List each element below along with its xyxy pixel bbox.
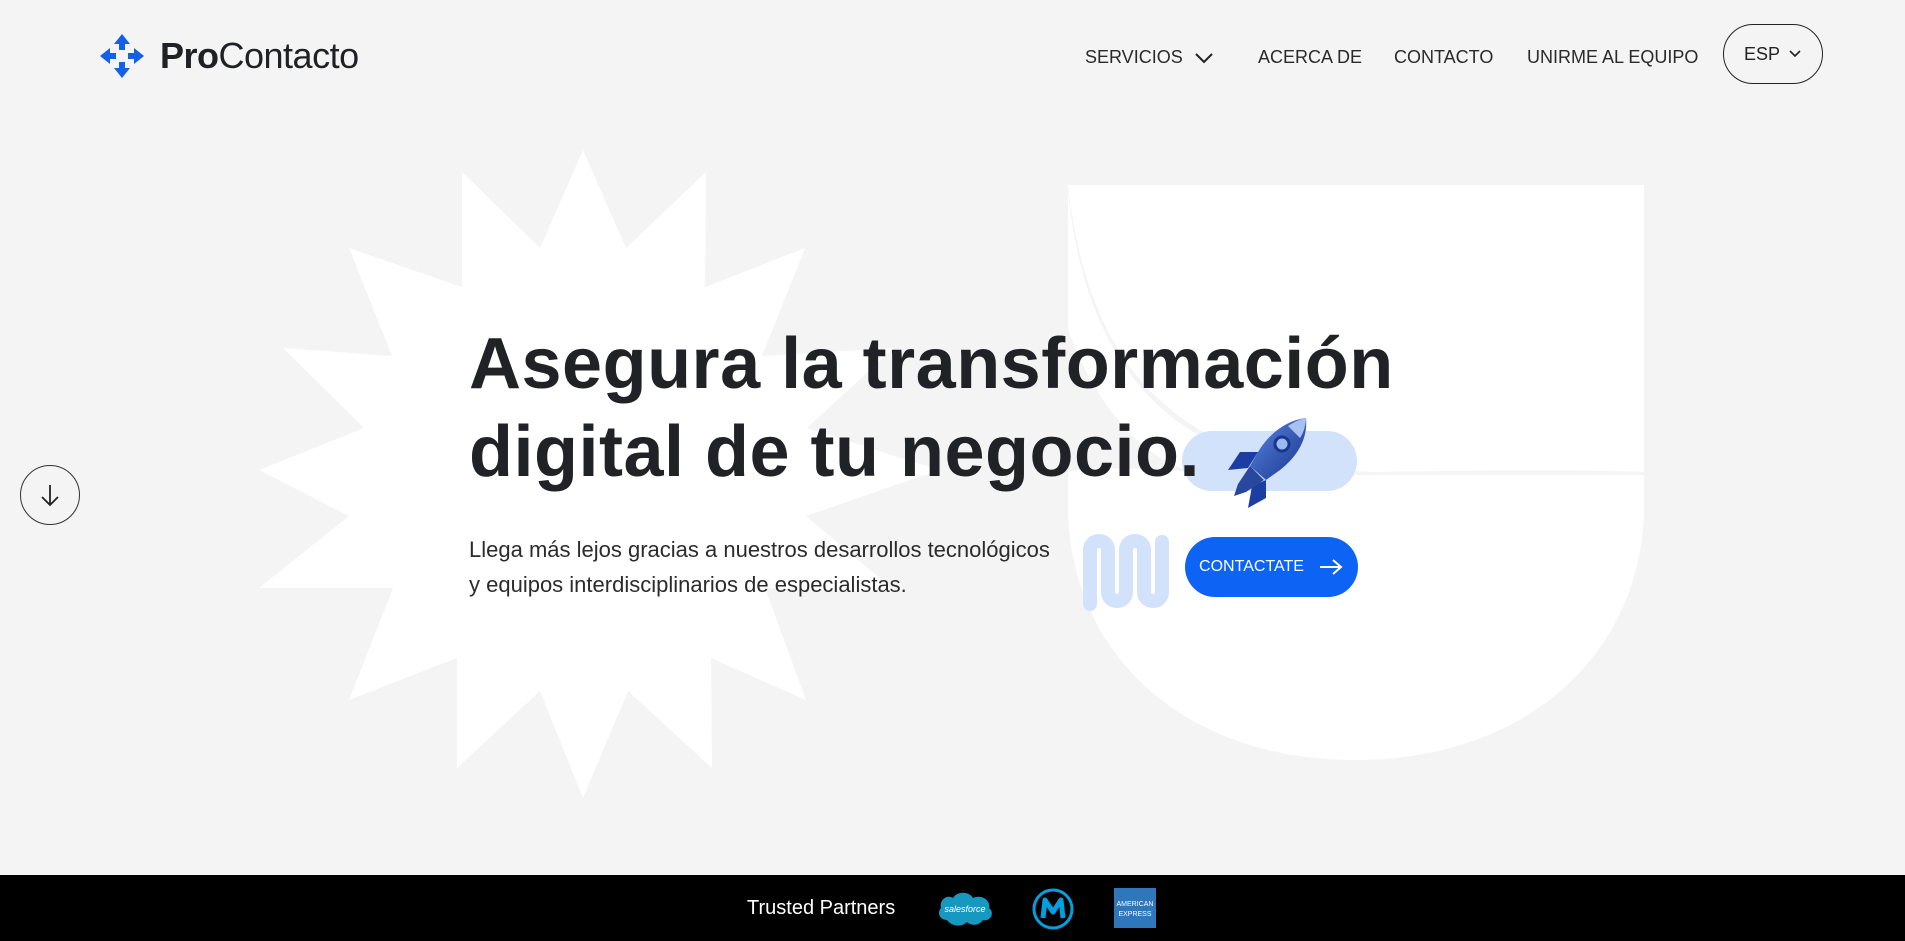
chevron-down-icon (1194, 52, 1213, 63)
language-selector[interactable]: ESP (1723, 24, 1823, 84)
mulesoft-logo (1032, 888, 1074, 930)
hero-title-line2: digital de tu negocio. (469, 412, 1200, 492)
svg-text:EXPRESS: EXPRESS (1118, 911, 1151, 918)
nav-contacto[interactable]: CONTACTO (1394, 47, 1493, 68)
trusted-partners-label: Trusted Partners (747, 897, 896, 919)
scroll-down-button[interactable] (20, 465, 80, 525)
contactate-label: CONTACTATE (1199, 558, 1304, 575)
chevron-down-icon (1789, 50, 1801, 58)
nav-servicios-label: SERVICIOS (1085, 47, 1183, 67)
arrow-down-icon (41, 485, 59, 507)
svg-text:salesforce: salesforce (944, 904, 985, 914)
site-logo[interactable]: ProContacto (98, 32, 359, 80)
nav-contacto-label: CONTACTO (1394, 47, 1494, 67)
language-label: ESP (1743, 43, 1781, 64)
site-header: ProContacto SERVICIOS ACERCA DE CONTACTO… (0, 0, 1905, 115)
nav-unirme-al-equipo[interactable]: UNIRME AL EQUIPO (1527, 47, 1698, 68)
trusted-partners-bar: Trusted Partners salesforce AMERICAN EXP… (0, 875, 1905, 941)
svg-text:AMERICAN: AMERICAN (1117, 901, 1154, 908)
hero-title-line1: Asegura la transformación (469, 324, 1394, 404)
nav-unirme-label: UNIRME AL EQUIPO (1527, 47, 1699, 67)
hero-subtitle: Llega más lejos gracias a nuestros desar… (469, 532, 1089, 602)
contactate-button[interactable]: CONTACTATE (1185, 537, 1358, 597)
arrow-right-icon (1319, 559, 1343, 575)
logo-wordmark: ProContacto (160, 35, 359, 76)
nav-acerca-de[interactable]: ACERCA DE (1258, 47, 1362, 68)
nav-acerca-de-label: ACERCA DE (1258, 47, 1363, 67)
rocket-icon (1228, 418, 1307, 508)
american-express-logo: AMERICAN EXPRESS (1114, 888, 1156, 928)
nav-servicios[interactable]: SERVICIOS (1085, 47, 1215, 68)
salesforce-logo: salesforce (939, 892, 992, 926)
decorative-mm-shape (1083, 534, 1169, 611)
procontacto-arrows-icon (100, 34, 144, 78)
hero-subtitle-line1: Llega más lejos gracias a nuestros desar… (469, 537, 1050, 562)
hero-subtitle-line2: y equipos interdisciplinarios de especia… (469, 572, 907, 597)
